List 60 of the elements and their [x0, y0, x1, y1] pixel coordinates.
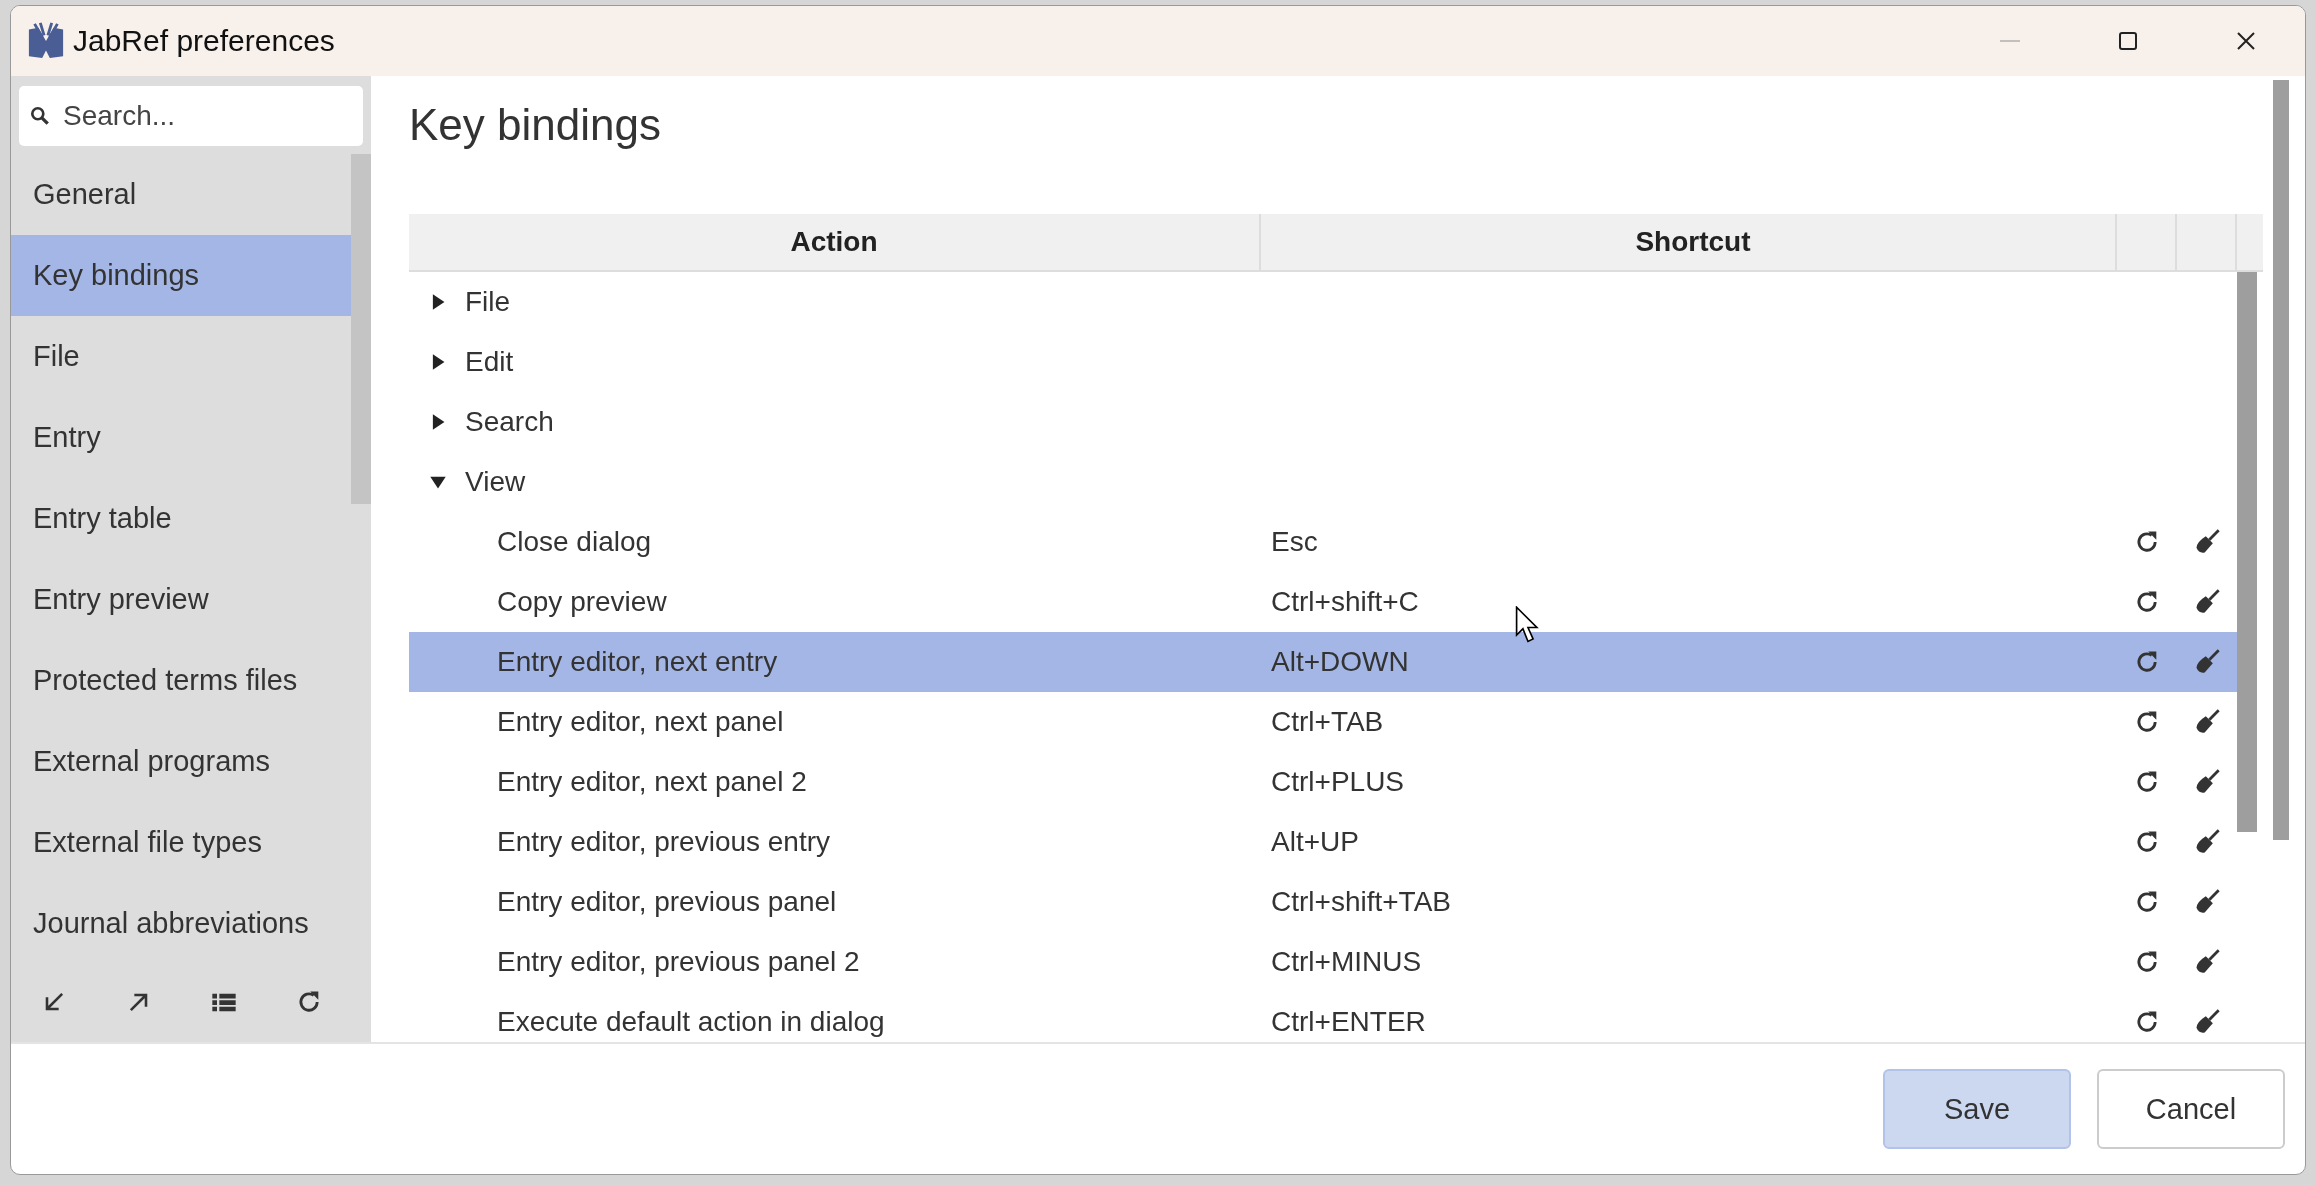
column-header[interactable]: Shortcut: [1261, 214, 2117, 270]
sidebar-item[interactable]: Key bindings: [11, 235, 351, 316]
action-label: Entry editor, next panel 2: [497, 766, 807, 797]
group-label: View: [465, 466, 526, 498]
group-label: Search: [465, 406, 554, 438]
action-label: Entry editor, previous entry: [497, 826, 831, 857]
shortcut-label: Ctrl+PLUS: [1271, 766, 1405, 797]
scrollbar-thumb[interactable]: [2273, 80, 2289, 840]
table-row[interactable]: Entry editor, previous panel Ctrl+shift+TAB: [409, 872, 2237, 932]
sidebar-item[interactable]: External programs: [11, 721, 351, 802]
shortcut-label: Ctrl+shift+TAB: [1271, 886, 1451, 917]
table-row[interactable]: Entry editor, next panel 2 Ctrl+PLUS: [409, 752, 2237, 812]
table-row[interactable]: Entry editor, previous panel 2 Ctrl+MINUS: [409, 932, 2237, 992]
group-label: File: [465, 286, 511, 318]
action-label: Entry editor, previous panel 2: [497, 946, 860, 977]
shortcut-label: Ctrl+TAB: [1271, 706, 1384, 737]
window-title: JabRef preferences: [73, 24, 335, 58]
action-label: Entry editor, next entry: [497, 646, 778, 677]
close-icon: [2236, 31, 2256, 51]
maximize-icon: [2118, 31, 2138, 51]
table-row[interactable]: Search: [409, 392, 2237, 452]
sidebar-item[interactable]: Entry table: [11, 478, 351, 559]
shortcut-label: Ctrl+MINUS: [1271, 946, 1422, 977]
minimize-icon: [2000, 40, 2020, 42]
sidebar-item[interactable]: Entry: [11, 397, 351, 478]
cancel-button[interactable]: Cancel: [2097, 1069, 2285, 1149]
save-button[interactable]: Save: [1883, 1069, 2071, 1149]
shortcut-label: Ctrl+ENTER: [1271, 1006, 1426, 1037]
table-row[interactable]: File: [409, 272, 2237, 332]
table-row[interactable]: Entry editor, previous entry Alt+UP: [409, 812, 2237, 872]
table-row[interactable]: View: [409, 452, 2237, 512]
mouse-pointer-icon: [1515, 606, 1541, 644]
book-logo-icon: [27, 22, 65, 60]
shortcut-label: Esc: [1271, 526, 1318, 557]
sidebar-item[interactable]: Protected terms files: [11, 640, 351, 721]
action-label: Copy preview: [497, 586, 667, 617]
table-row[interactable]: Entry editor, next panel Ctrl+TAB: [409, 692, 2237, 752]
scrollbar-thumb[interactable]: [2237, 272, 2257, 832]
sidebar-item[interactable]: Entry preview: [11, 559, 351, 640]
action-label: Close dialog: [497, 526, 652, 557]
table-row[interactable]: Entry editor, next entry Alt+DOWN: [409, 632, 2237, 692]
sidebar-item[interactable]: External file types: [11, 802, 351, 883]
action-label: Entry editor, next panel: [497, 706, 784, 737]
table-row[interactable]: Close dialog Esc: [409, 512, 2237, 572]
sidebar-item[interactable]: File: [11, 316, 351, 397]
shortcut-label: Ctrl+shift+C: [1271, 586, 1419, 617]
scrollbar-thumb[interactable]: [351, 154, 371, 504]
shortcut-label: Alt+DOWN: [1271, 646, 1409, 677]
action-label: Execute default action in dialog: [497, 1006, 885, 1037]
sidebar-item[interactable]: General: [11, 154, 351, 235]
table-row[interactable]: Execute default action in dialog Ctrl+ENTER: [409, 992, 2237, 1042]
sidebar-item[interactable]: Journal abbreviations: [11, 883, 351, 964]
table-row[interactable]: Edit: [409, 332, 2237, 392]
search-field[interactable]: Search...: [19, 86, 363, 146]
table-row[interactable]: Copy preview Ctrl+shift+C: [409, 572, 2237, 632]
shortcut-label: Alt+UP: [1271, 826, 1359, 857]
action-label: Entry editor, previous panel: [497, 886, 837, 917]
group-label: Edit: [465, 346, 514, 378]
column-header[interactable]: Action: [409, 214, 1261, 270]
page-title: Key bindings: [409, 100, 662, 150]
